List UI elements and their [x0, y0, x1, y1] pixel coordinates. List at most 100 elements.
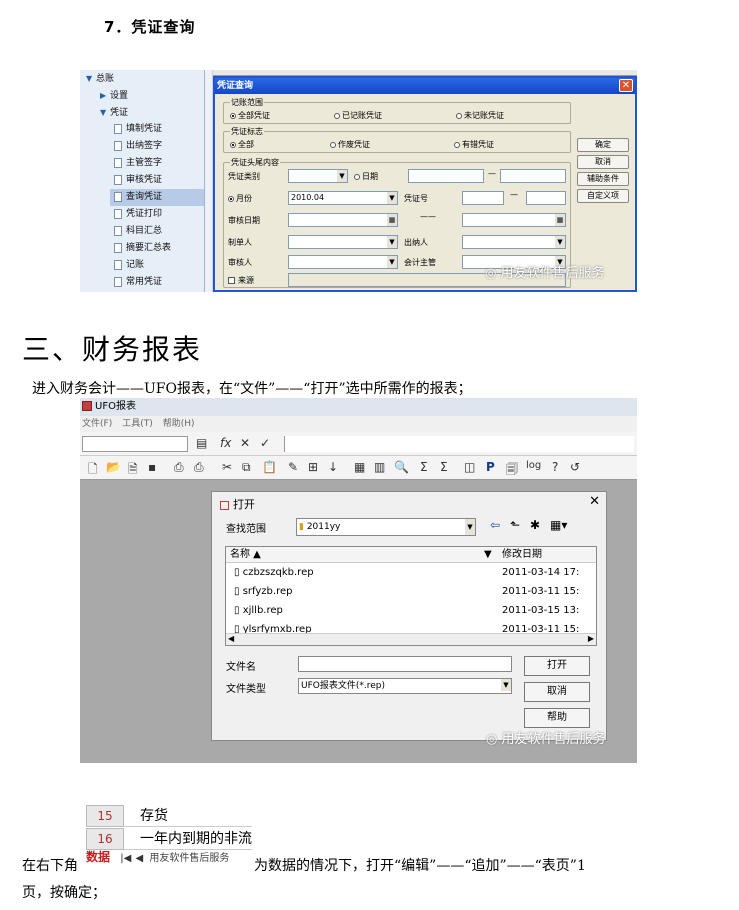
tree-root[interactable]: ▼ 总账 — [86, 70, 114, 87]
undo-icon[interactable]: ↺ — [570, 460, 580, 474]
radio-date[interactable]: 日期 — [354, 171, 378, 182]
cancel-button[interactable]: 取消 — [577, 155, 629, 169]
radio-all-vouchers[interactable]: 全部凭证 — [230, 110, 270, 121]
file-row[interactable]: ▯ srfyzb.rep — [234, 586, 292, 597]
tree-item-post[interactable]: 记账 — [114, 257, 144, 274]
radio-void-vouchers[interactable]: 作废凭证 — [330, 139, 370, 150]
cancel-button[interactable]: 取消 — [524, 682, 590, 702]
view-menu-icon[interactable]: ▦▾ — [550, 518, 567, 532]
audit-date-from[interactable]: ▦ — [288, 213, 398, 227]
maker-select[interactable]: ▼ — [288, 235, 398, 249]
radio-error-vouchers[interactable]: 有错凭证 — [454, 139, 494, 150]
calculator-icon[interactable]: ▤ — [196, 436, 207, 450]
tree-item-print-voucher[interactable]: 凭证打印 — [114, 206, 162, 223]
file-row[interactable]: ▯ czbzszqkb.rep — [234, 567, 314, 578]
menu-file[interactable]: 文件(F) — [82, 419, 112, 429]
table-icon[interactable]: ▥ — [374, 460, 385, 474]
scroll-left-icon[interactable]: ◀ — [228, 634, 234, 643]
open-dialog-title: 打开 — [220, 496, 255, 512]
radio-flag-all[interactable]: 全部 — [230, 139, 254, 150]
scroll-right-icon[interactable]: ▶ — [588, 634, 594, 643]
chart-icon[interactable]: ◫ — [464, 460, 475, 474]
cancel-edit-icon[interactable]: ✕ — [240, 436, 250, 450]
close-icon[interactable]: ✕ — [619, 79, 633, 92]
open-folder-icon[interactable]: 📂 — [106, 460, 121, 474]
horizontal-scrollbar[interactable]: ◀ ▶ — [226, 633, 596, 645]
log-icon[interactable]: log — [526, 460, 541, 471]
pane-splitter[interactable] — [205, 70, 213, 292]
close-icon[interactable]: ✕ — [589, 494, 600, 509]
tree-item-cashier-sign[interactable]: 出纳签字 — [114, 138, 162, 155]
date-from-field[interactable] — [408, 169, 484, 183]
period-select[interactable]: 2010.04 ▼ — [288, 191, 398, 205]
tree-item-voucher[interactable]: ▼ 凭证 — [100, 104, 128, 121]
sort-icon[interactable]: ↓ — [328, 460, 338, 474]
filetype-select[interactable]: UFO报表文件(*.rep) ▼ — [298, 678, 512, 694]
date-to-field[interactable] — [500, 169, 566, 183]
back-icon[interactable]: ⇦ — [490, 518, 500, 532]
voucher-no-from[interactable] — [462, 191, 504, 205]
column-dropdown-icon[interactable]: ▼ — [484, 547, 492, 563]
format-brush-icon[interactable]: ✎ — [288, 460, 298, 474]
cell-text[interactable]: 存货 — [124, 805, 252, 827]
new-folder-icon[interactable]: ✱ — [530, 518, 540, 532]
column-name[interactable]: 名称 ▲ — [230, 547, 261, 563]
filename-input[interactable] — [298, 656, 512, 672]
voucher-type-select[interactable]: ▼ — [288, 169, 348, 183]
ok-button[interactable]: 确定 — [577, 138, 629, 152]
cut-icon[interactable]: ✂ — [222, 460, 232, 474]
audit-date-to[interactable]: ▦ — [462, 213, 566, 227]
menu-tools[interactable]: 工具(T) — [122, 419, 153, 429]
paste-icon[interactable]: 📋 — [262, 460, 277, 474]
grid-icon[interactable]: ▦ — [354, 460, 365, 474]
property-icon[interactable]: P — [486, 460, 495, 474]
tree-item-common-voucher[interactable]: 常用凭证 — [114, 274, 162, 291]
sheet-nav-prev-icon[interactable]: ◀ — [135, 853, 143, 864]
tree-item-supervisor-sign[interactable]: 主管签字 — [114, 155, 162, 172]
save-icon[interactable]: ▪ — [148, 460, 156, 474]
context-help-icon[interactable]: ? — [552, 460, 558, 474]
open-button[interactable]: 打开 — [524, 656, 590, 676]
calendar-icon[interactable]: ▦ — [555, 214, 565, 226]
page-icon[interactable]: 🗐 — [506, 460, 518, 481]
find-icon[interactable]: 🔍 — [394, 460, 409, 474]
print-icon[interactable]: ⎙ — [194, 460, 204, 475]
aux-condition-button[interactable]: 辅助条件 — [577, 172, 629, 186]
new-icon[interactable]: 🗋 — [88, 460, 98, 481]
copy-icon[interactable]: ⧉ — [242, 460, 251, 475]
up-folder-icon[interactable]: ⬑ — [510, 518, 520, 532]
sum-icon[interactable]: Σ — [420, 460, 428, 474]
function-icon[interactable]: fx — [220, 436, 231, 450]
radio-period[interactable]: 月份 — [228, 193, 252, 204]
range-group: 记账范围 全部凭证 已记账凭证 未记账凭证 — [223, 97, 571, 124]
radio-unposted-vouchers[interactable]: 未记账凭证 — [456, 110, 504, 121]
menu-help[interactable]: 帮助(H) — [163, 419, 195, 429]
help-button[interactable]: 帮助 — [524, 708, 590, 728]
document-icon[interactable]: 🗎 — [128, 460, 138, 481]
tree-item-account-summary[interactable]: 科目汇总 — [114, 223, 162, 240]
column-date[interactable]: 修改日期 — [502, 547, 542, 563]
print-preview-icon[interactable]: ⎙ — [174, 460, 184, 475]
tree-item-settings[interactable]: ▶ 设置 — [100, 87, 128, 104]
look-in-select[interactable]: ▮ 2011yy ▼ — [296, 518, 476, 536]
confirm-edit-icon[interactable]: ✓ — [260, 436, 270, 450]
data-mode-tab[interactable]: 数据 |◀ ◀ 用友软件售后服务 — [86, 848, 229, 865]
radio-posted-vouchers[interactable]: 已记账凭证 — [334, 110, 382, 121]
tree-item-abstract-summary[interactable]: 摘要汇总表 — [114, 240, 171, 257]
tree-item-fill-voucher[interactable]: 填制凭证 — [114, 121, 162, 138]
tree-item-audit-voucher[interactable]: 审核凭证 — [114, 172, 162, 189]
sum-range-icon[interactable]: Σ — [440, 460, 448, 474]
insert-icon[interactable]: ⊞ — [308, 460, 318, 474]
calendar-icon[interactable]: ▦ — [387, 214, 397, 226]
custom-items-button[interactable]: 自定义项 — [577, 189, 629, 203]
cashier-select[interactable]: ▼ — [462, 235, 566, 249]
voucher-no-to[interactable] — [526, 191, 566, 205]
sheet-nav-first-icon[interactable]: |◀ — [120, 853, 131, 864]
tree-item-query-voucher[interactable]: 查询凭证 — [110, 189, 204, 206]
source-checkbox[interactable]: 来源 — [228, 275, 254, 286]
auditor-select[interactable]: ▼ — [288, 255, 398, 269]
cell-name-box[interactable] — [82, 436, 188, 452]
formula-input[interactable] — [284, 436, 634, 452]
file-row[interactable]: ▯ xjllb.rep — [234, 605, 283, 616]
cell-text[interactable]: 一年内到期的非流 — [124, 828, 252, 850]
